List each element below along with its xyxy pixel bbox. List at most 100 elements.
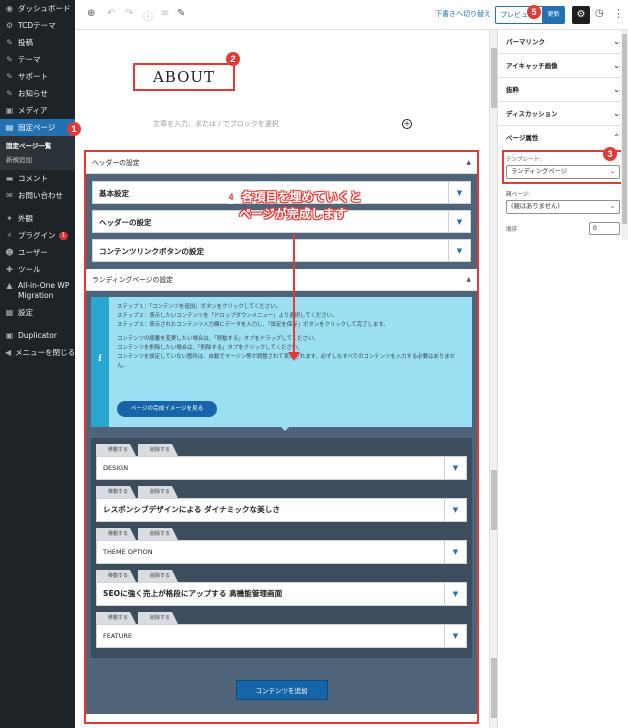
dropdown-arrow-icon[interactable]: ▼	[448, 182, 470, 203]
switch-to-draft-link[interactable]: 下書きへ切り替え	[435, 9, 491, 19]
content-item-select[interactable]: SEOに強く売上が格段にアップする 高機能管理画面 ▼	[96, 582, 467, 606]
move-tab[interactable]: 移動する	[96, 570, 136, 582]
order-input[interactable]: 0	[589, 222, 620, 235]
edit-pencil-icon[interactable]: ✎	[177, 8, 185, 19]
sidebar-item-dashboard[interactable]: ◉ ダッシュボード	[0, 0, 75, 17]
move-tab[interactable]: 移動する	[96, 444, 136, 456]
chevron-down-icon[interactable]: ⌄	[613, 54, 620, 78]
dropdown-arrow-icon[interactable]: ▼	[444, 625, 466, 647]
plugin-icon: ⚡	[6, 231, 13, 240]
header-settings-heading[interactable]: ヘッダーの設定 ▲	[86, 152, 477, 174]
dropdown-arrow-icon[interactable]: ▼	[448, 240, 470, 261]
dropdown-arrow-icon[interactable]: ▼	[444, 457, 466, 479]
chevron-down-icon[interactable]: ⌄	[613, 30, 620, 54]
dropdown-arrow-icon[interactable]: ▼	[448, 211, 470, 232]
annotation-callout: 4 各項目を埋めていくと ページが完成します	[208, 189, 378, 223]
annotation-marker-5: 5	[527, 5, 541, 19]
sidebar-item-label: お問い合わせ	[18, 191, 63, 200]
sidebar-item-support[interactable]: ✎ サポート	[0, 68, 75, 85]
landing-settings-heading[interactable]: ランディングページの設定 ▲	[86, 269, 477, 291]
chevron-down-icon[interactable]: ⌄	[613, 78, 620, 102]
sidebar-item-posts[interactable]: ✎ 投稿	[0, 34, 75, 51]
content-item-select[interactable]: THEME OPTION ▼	[96, 540, 467, 564]
sidebar-item-duplicator[interactable]: ▣ Duplicator	[0, 327, 75, 344]
add-content-button[interactable]: コンテンツを追加	[235, 680, 328, 700]
sidebar-item-label: お知らせ	[18, 89, 48, 98]
sidebar-item-tcd-theme[interactable]: ⚙ TCDテーマ	[0, 17, 75, 34]
redo-icon[interactable]: ↷	[125, 8, 133, 19]
header-settings-row[interactable]: コンテンツリンクボタンの設定 ▼	[92, 239, 471, 262]
sidebar-item-label: メディア	[18, 106, 48, 115]
block-placeholder[interactable]: 文章を入力、または / でブロックを選択	[153, 119, 279, 129]
submenu-all-pages[interactable]: 固定ページ一覧	[0, 139, 75, 153]
parent-select[interactable]: (親はありません) ⌄	[506, 200, 620, 214]
template-select[interactable]: ランディングページ ⌄	[506, 165, 620, 179]
sidebar-item-news[interactable]: ✎ お知らせ	[0, 85, 75, 102]
undo-icon[interactable]: ↶	[107, 8, 115, 19]
sidebar-item-settings[interactable]: ▦ 設定	[0, 304, 75, 321]
template-value: ランディングページ	[511, 168, 568, 175]
collapse-arrow-icon[interactable]: ▲	[466, 152, 471, 174]
migration-icon: ▲	[6, 281, 13, 290]
panel-section-discussion[interactable]: ディスカッション ⌄	[498, 102, 628, 126]
view-sample-button[interactable]: ページの完成イメージを見る	[117, 401, 217, 417]
sidebar-item-tools[interactable]: ✚ ツール	[0, 261, 75, 278]
sidebar-item-appearance[interactable]: ✦ 外観	[0, 210, 75, 227]
list-view-icon[interactable]: ≡	[161, 8, 169, 19]
sidebar-item-collapse-menu[interactable]: ◀ メニューを閉じる	[0, 344, 75, 361]
submenu-add-new[interactable]: 新規追加	[0, 153, 75, 167]
add-block-icon[interactable]: ⊕	[87, 8, 95, 19]
panel-section-title: ディスカッション	[506, 110, 558, 118]
panel-section-permalink[interactable]: パーマリンク ⌄	[498, 30, 628, 54]
panel-section-excerpt[interactable]: 抜粋 ⌄	[498, 78, 628, 102]
page-title[interactable]: ABOUT	[133, 63, 235, 91]
delete-tab[interactable]: 削除する	[138, 612, 178, 624]
collapse-arrow-icon[interactable]: ▲	[466, 269, 471, 291]
sidebar-item-label: 投稿	[18, 38, 33, 47]
sidebar-item-comments[interactable]: ▬ コメント	[0, 170, 75, 187]
more-options-icon[interactable]: ⋮	[613, 7, 624, 20]
move-tab[interactable]: 移動する	[96, 528, 136, 540]
panel-scrollbar[interactable]	[621, 30, 628, 240]
appearance-icon: ✦	[6, 214, 13, 223]
delete-tab[interactable]: 削除する	[138, 570, 178, 582]
content-item-select[interactable]: DESIGN ▼	[96, 456, 467, 480]
sidebar-item-label: サポート	[18, 72, 48, 81]
panel-section-title: 抜粋	[506, 86, 519, 94]
insert-block-icon[interactable]: +	[402, 119, 412, 129]
content-item-select[interactable]: FEATURE ▼	[96, 624, 467, 648]
sidebar-item-migration[interactable]: ▲ All-in-One WP Migration	[0, 278, 75, 304]
row-label: ヘッダーの設定	[99, 218, 152, 227]
history-icon[interactable]: ◷	[595, 8, 604, 19]
update-button[interactable]: 更新	[542, 6, 565, 24]
sidebar-item-media[interactable]: ▣ メディア	[0, 102, 75, 119]
chevron-down-icon: ⌄	[609, 203, 615, 210]
admin-sidebar: ◉ ダッシュボード ⚙ TCDテーマ ✎ 投稿 ✎ テーマ ✎ サポート ✎ お知らせ ▣ メディア ▤ 固定…	[0, 0, 75, 728]
content-item-select[interactable]: レスポンシブデザインによる ダイナミックな美しさ ▼	[96, 498, 467, 522]
landing-settings-title: ランディングページの設定	[92, 276, 173, 284]
chevron-down-icon[interactable]: ⌄	[613, 102, 620, 126]
sidebar-item-pages[interactable]: ▤ 固定ページ	[0, 119, 75, 136]
sidebar-item-contact[interactable]: ✉ お問い合わせ	[0, 187, 75, 204]
content-item-tabs: 移動する 削除する	[96, 570, 467, 582]
panel-section-featured-image[interactable]: アイキャッチ画像 ⌄	[498, 54, 628, 78]
settings-gear-icon[interactable]: ⚙	[572, 6, 590, 24]
chevron-up-icon[interactable]: ⌃	[613, 126, 620, 150]
scroll-thumb[interactable]	[622, 34, 627, 224]
delete-tab[interactable]: 削除する	[138, 528, 178, 540]
dropdown-arrow-icon[interactable]: ▼	[444, 541, 466, 563]
delete-tab[interactable]: 削除する	[138, 444, 178, 456]
delete-tab[interactable]: 削除する	[138, 486, 178, 498]
sidebar-item-theme[interactable]: ✎ テーマ	[0, 51, 75, 68]
content-item: 移動する 削除する DESIGN ▼	[96, 444, 467, 480]
sidebar-item-users[interactable]: ☻ ユーザー	[0, 244, 75, 261]
move-tab[interactable]: 移動する	[96, 612, 136, 624]
editor-scrollbar[interactable]	[489, 30, 497, 728]
sidebar-item-label: ダッシュボード	[18, 4, 71, 13]
dropdown-arrow-icon[interactable]: ▼	[444, 499, 466, 521]
sidebar-item-plugins[interactable]: ⚡ プラグイン 1	[0, 227, 75, 244]
pages-submenu: 固定ページ一覧 新規追加	[0, 136, 75, 170]
move-tab[interactable]: 移動する	[96, 486, 136, 498]
dropdown-arrow-icon[interactable]: ▼	[444, 583, 466, 605]
info-icon[interactable]: ⓘ	[143, 8, 153, 23]
